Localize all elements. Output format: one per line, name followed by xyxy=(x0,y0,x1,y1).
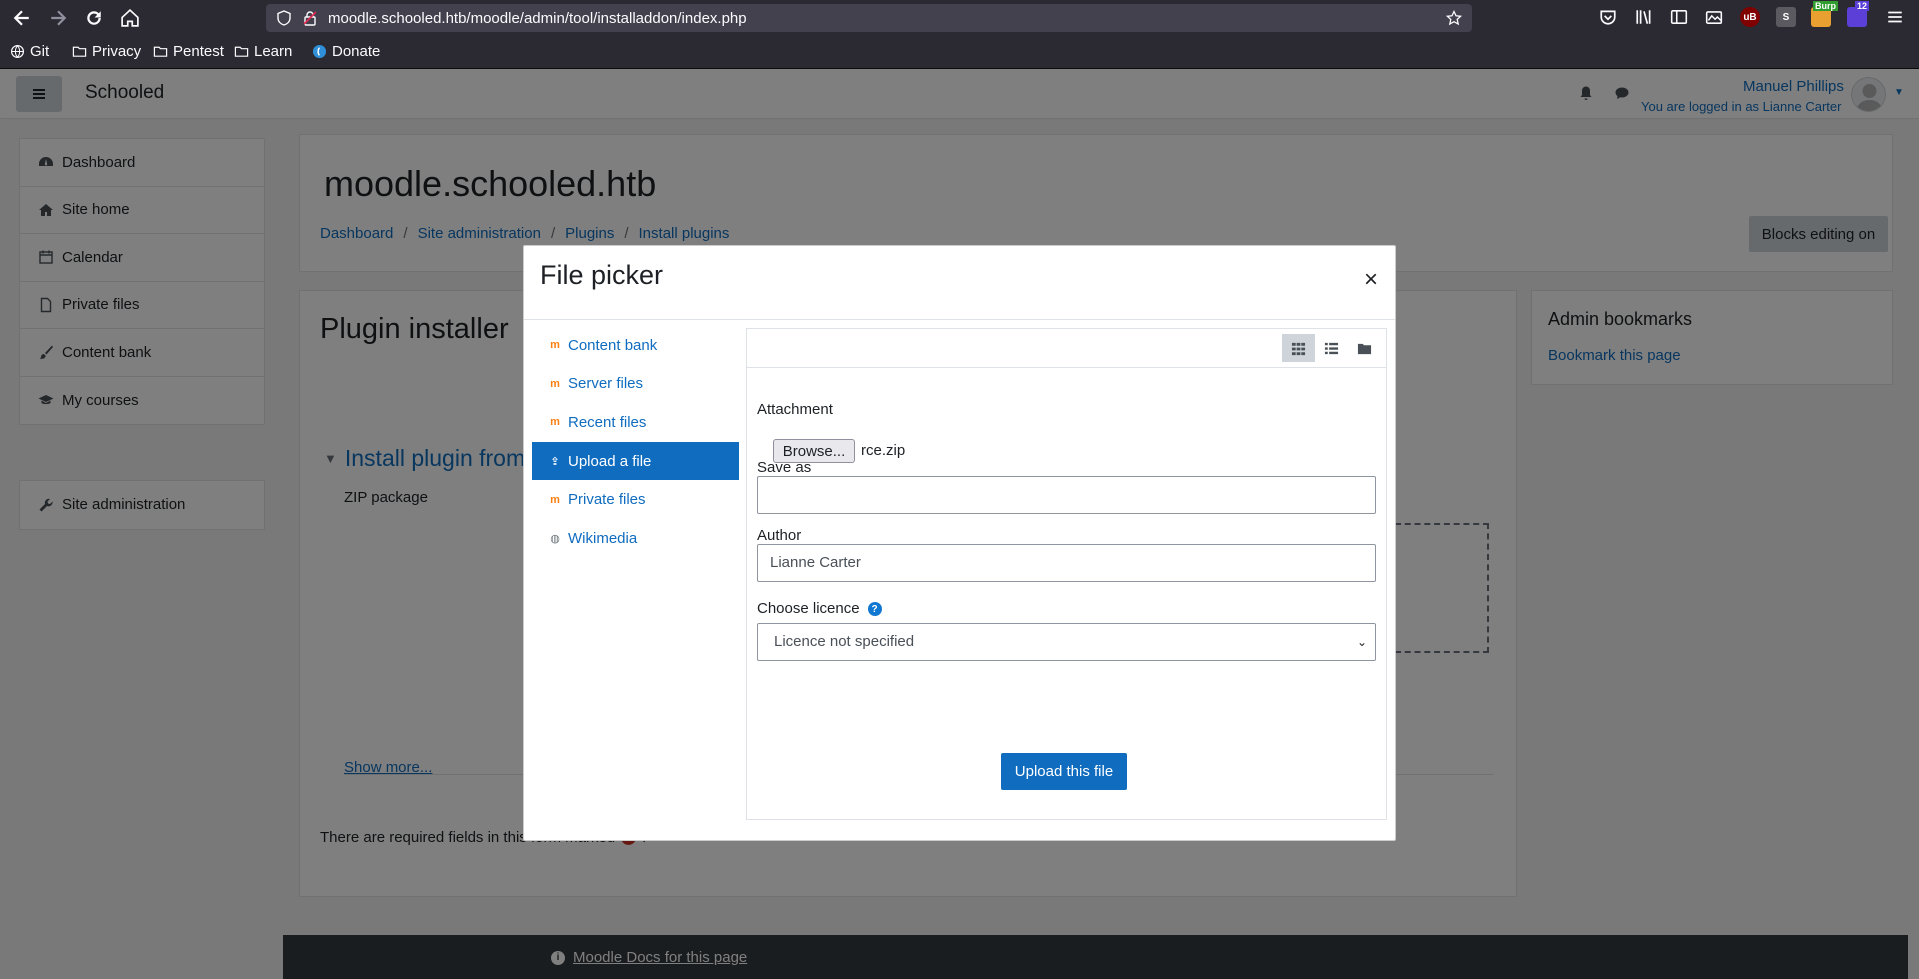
view-switcher xyxy=(1282,334,1381,362)
upload-this-file-button[interactable]: Upload this file xyxy=(1001,753,1127,790)
attachment-label: Attachment xyxy=(757,401,833,418)
pocket-icon[interactable] xyxy=(1599,8,1617,26)
lock-icon[interactable] xyxy=(302,10,318,26)
modal-title: File picker xyxy=(540,260,664,290)
reload-icon[interactable] xyxy=(82,6,106,30)
repo-server-files[interactable]: m Server files xyxy=(532,365,739,404)
repo-upload-a-file[interactable]: ⇪ Upload a file xyxy=(532,441,739,481)
library-icon[interactable] xyxy=(1635,8,1653,26)
chevron-down-icon: ⌄ xyxy=(1356,635,1367,649)
selected-file-name: rce.zip xyxy=(861,442,906,459)
folder-icon xyxy=(234,46,249,57)
folder-icon xyxy=(153,46,168,57)
moodle-icon: m xyxy=(550,493,560,506)
file-picker-dialog: File picker × m Content bank m Server fi… xyxy=(523,245,1396,841)
repo-private-files[interactable]: m Private files xyxy=(532,480,739,519)
close-icon[interactable]: × xyxy=(1364,268,1378,292)
licence-label: Choose licence? xyxy=(757,600,882,617)
folder-icon xyxy=(72,46,87,57)
globe-icon xyxy=(10,44,25,59)
modal-header: File picker × xyxy=(524,246,1395,320)
bookmark-learn[interactable]: Learn xyxy=(234,43,292,60)
back-icon[interactable] xyxy=(10,6,34,30)
list-view-icon[interactable] xyxy=(1315,334,1348,362)
repository-list: m Content bank m Server files m Recent f… xyxy=(532,326,739,558)
moodle-icon: m xyxy=(550,416,560,429)
view-toolbar xyxy=(747,329,1386,368)
save-as-input[interactable] xyxy=(757,476,1376,514)
browser-toolbar: moodle.schooled.htb/moodle/admin/tool/in… xyxy=(0,0,1919,35)
author-input[interactable]: Lianne Carter xyxy=(757,544,1376,582)
menu-icon[interactable] xyxy=(1886,8,1904,26)
wikimedia-icon: ◍ xyxy=(550,532,560,545)
grid-view-icon[interactable] xyxy=(1282,334,1315,362)
bookmark-git[interactable]: Git xyxy=(10,43,49,60)
donate-icon xyxy=(312,44,327,59)
repo-wikimedia[interactable]: ◍ Wikimedia xyxy=(532,519,739,558)
repo-content-bank[interactable]: m Content bank xyxy=(532,326,739,365)
bookmark-pentest[interactable]: Pentest xyxy=(153,43,224,60)
extension-purple-icon[interactable]: 12 xyxy=(1847,1,1870,27)
moodle-icon: m xyxy=(550,339,560,352)
bookmark-privacy[interactable]: Privacy xyxy=(72,43,141,60)
bookmarks-bar: Git Privacy Pentest Learn Donate xyxy=(0,35,1919,69)
moodle-icon: m xyxy=(550,377,560,390)
author-label: Author xyxy=(757,527,802,544)
sidebar-icon[interactable] xyxy=(1670,8,1688,26)
help-icon[interactable]: ? xyxy=(867,602,882,617)
forward-icon[interactable] xyxy=(46,6,70,30)
burp-icon[interactable]: Burp xyxy=(1811,1,1838,27)
save-as-label: Save as xyxy=(757,459,812,476)
screenshot-icon[interactable] xyxy=(1705,8,1723,26)
extension-s-icon[interactable]: S xyxy=(1776,7,1796,27)
bookmark-donate[interactable]: Donate xyxy=(312,43,380,60)
repo-recent-files[interactable]: m Recent files xyxy=(532,403,739,442)
ublock-icon[interactable]: uB xyxy=(1740,7,1760,27)
home-icon[interactable] xyxy=(118,6,142,30)
upload-icon: ⇪ xyxy=(550,455,560,468)
star-icon[interactable] xyxy=(1445,9,1463,26)
url-bar[interactable]: moodle.schooled.htb/moodle/admin/tool/in… xyxy=(266,4,1472,32)
url-text[interactable]: moodle.schooled.htb/moodle/admin/tool/in… xyxy=(328,10,747,27)
shield-icon[interactable] xyxy=(276,10,292,26)
folder-view-icon[interactable] xyxy=(1348,334,1381,362)
licence-select[interactable]: Licence not specified ⌄ xyxy=(757,623,1376,661)
upload-panel: Attachment Browse... rce.zip Save as Aut… xyxy=(746,328,1387,820)
